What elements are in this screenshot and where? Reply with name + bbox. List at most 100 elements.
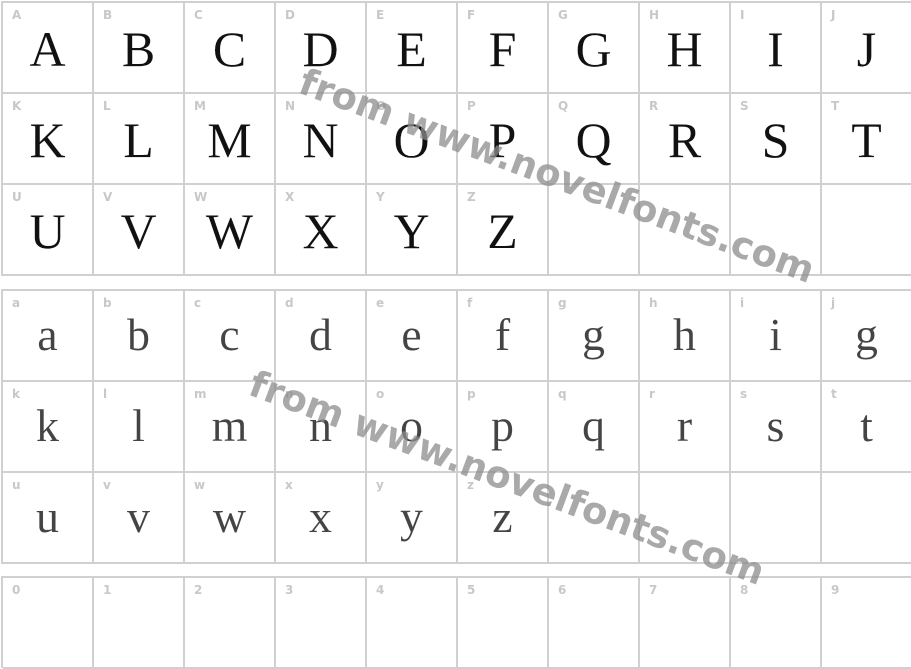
glyph-sample: e xyxy=(401,309,422,360)
glyph-sample: R xyxy=(667,112,702,168)
glyph-cell: vv xyxy=(94,473,185,564)
digits-grid: 0 1 2 3 4 5 6 7 89 xyxy=(1,576,911,669)
glyph-sample: G xyxy=(575,21,612,77)
glyph-sample: i xyxy=(769,309,782,360)
glyph-sample: Z xyxy=(487,203,518,259)
glyph-sample: I xyxy=(767,21,784,77)
glyph-sample: S xyxy=(761,112,790,168)
glyph-cell: uu xyxy=(3,473,94,564)
glyph-sample: l xyxy=(132,400,145,451)
glyph-sample: k xyxy=(36,400,59,451)
glyph-sample: c xyxy=(219,309,240,360)
glyph-cell: jg xyxy=(822,291,911,382)
glyph-sample: L xyxy=(123,112,154,168)
glyph-cell: HH xyxy=(640,3,731,94)
glyph-cell: VV xyxy=(94,185,185,276)
glyph-sample: F xyxy=(488,21,517,77)
glyph-label: 0 xyxy=(12,583,21,597)
glyph-sample: y xyxy=(400,491,423,542)
glyph-cell: WW xyxy=(185,185,276,276)
glyph-label: 7 xyxy=(649,583,658,597)
glyph-label: 3 xyxy=(285,583,294,597)
glyph-cell xyxy=(822,185,911,276)
glyph-cell: 4 xyxy=(367,578,458,669)
glyph-cell: rr xyxy=(640,382,731,473)
glyph-cell: EE xyxy=(367,3,458,94)
glyph-sample: g xyxy=(582,309,605,360)
glyph-sample: E xyxy=(396,21,427,77)
lowercase-grid: aabbccddeeffgghhiijgkkllmmnnooppqqrrsstt… xyxy=(1,289,911,564)
glyph-cell: hh xyxy=(640,291,731,382)
glyph-cell: SS xyxy=(731,94,822,185)
glyph-sample: h xyxy=(673,309,696,360)
glyph-cell: MM xyxy=(185,94,276,185)
glyph-sample: T xyxy=(851,112,882,168)
glyph-cell: dd xyxy=(276,291,367,382)
glyph-sample: H xyxy=(666,21,703,77)
glyph-sample: C xyxy=(212,21,247,77)
glyph-cell: YY xyxy=(367,185,458,276)
glyph-cell: 3 xyxy=(276,578,367,669)
glyph-sample: X xyxy=(302,203,339,259)
glyph-cell: 5 xyxy=(458,578,549,669)
glyph-cell: JJ xyxy=(822,3,911,94)
glyph-sample: x xyxy=(309,491,332,542)
glyph-sample: v xyxy=(127,491,150,542)
glyph-sample: u xyxy=(36,491,59,542)
glyph-sample: w xyxy=(212,491,247,542)
glyph-cell: II xyxy=(731,3,822,94)
glyph-sample: J xyxy=(856,21,877,77)
glyph-label: 4 xyxy=(376,583,385,597)
glyph-cell: tt xyxy=(822,382,911,473)
glyph-cell: KK xyxy=(3,94,94,185)
glyph-label: 6 xyxy=(558,583,567,597)
glyph-cell: TT xyxy=(822,94,911,185)
glyph-sample: M xyxy=(207,112,252,168)
glyph-cell: LL xyxy=(94,94,185,185)
glyph-cell: ll xyxy=(94,382,185,473)
glyph-cell: kk xyxy=(3,382,94,473)
glyph-cell: 9 xyxy=(822,578,911,669)
glyph-cell: GG xyxy=(549,3,640,94)
glyph-cell: ss xyxy=(731,382,822,473)
glyph-cell: XX xyxy=(276,185,367,276)
glyph-sample: K xyxy=(29,112,66,168)
glyph-label: 9 xyxy=(831,583,840,597)
glyph-cell xyxy=(822,473,911,564)
glyph-label: 5 xyxy=(467,583,476,597)
glyph-sample: U xyxy=(29,203,66,259)
glyph-cell: UU xyxy=(3,185,94,276)
glyph-cell: BB xyxy=(94,3,185,94)
glyph-cell: ww xyxy=(185,473,276,564)
glyph-cell: bb xyxy=(94,291,185,382)
glyph-sample: A xyxy=(29,21,66,77)
glyph-cell: CC xyxy=(185,3,276,94)
glyph-cell: 1 xyxy=(94,578,185,669)
glyph-sample: a xyxy=(37,309,58,360)
glyph-sample: f xyxy=(494,309,511,360)
glyph-cell: 0 xyxy=(3,578,94,669)
glyph-sample: d xyxy=(309,309,332,360)
glyph-sample: s xyxy=(766,400,785,451)
glyph-cell: ff xyxy=(458,291,549,382)
glyph-cell: ee xyxy=(367,291,458,382)
glyph-sample: V xyxy=(120,203,157,259)
glyph-sample: t xyxy=(860,400,873,451)
glyph-cell: FF xyxy=(458,3,549,94)
glyph-sample: r xyxy=(676,400,693,451)
glyph-cell: qq xyxy=(549,382,640,473)
glyph-label: 2 xyxy=(194,583,203,597)
glyph-cell: 8 xyxy=(731,578,822,669)
glyph-label: 1 xyxy=(103,583,112,597)
glyph-cell: gg xyxy=(549,291,640,382)
glyph-sample: W xyxy=(205,203,254,259)
glyph-cell: xx xyxy=(276,473,367,564)
glyph-cell: 6 xyxy=(549,578,640,669)
glyph-sample: b xyxy=(127,309,150,360)
glyph-cell: RR xyxy=(640,94,731,185)
glyph-sample: B xyxy=(121,21,156,77)
glyph-cell: yy xyxy=(367,473,458,564)
glyph-cell: 2 xyxy=(185,578,276,669)
glyph-cell: 7 xyxy=(640,578,731,669)
glyph-sample: q xyxy=(582,400,605,451)
